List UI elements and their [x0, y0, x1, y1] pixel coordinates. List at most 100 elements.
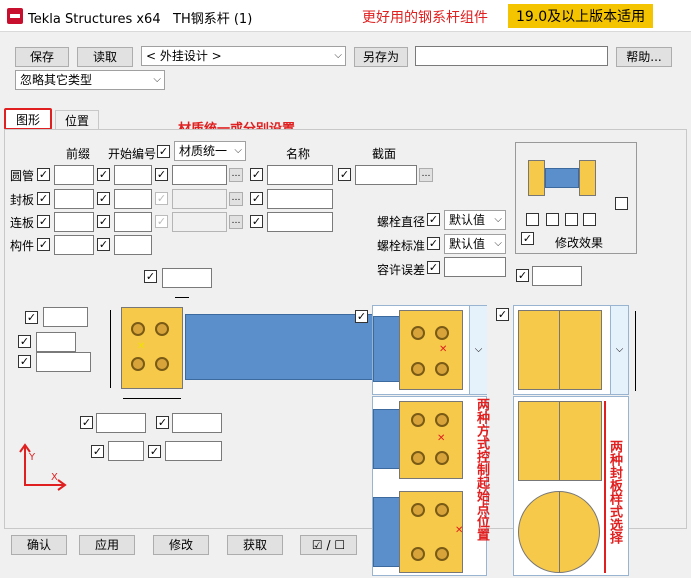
connplate-name-checkbox[interactable]: ✓	[250, 215, 263, 228]
bottom-field-2[interactable]	[172, 413, 222, 433]
pipe-start-field[interactable]	[114, 165, 152, 185]
dimension-line	[123, 398, 181, 399]
start-position-checkbox[interactable]: ✓	[355, 310, 368, 323]
preview-option-5[interactable]	[615, 197, 628, 210]
assembly-checkbox[interactable]: ✓	[37, 238, 50, 251]
ok-button[interactable]: 确认	[11, 535, 67, 555]
endplate-prefix-field[interactable]	[54, 189, 94, 209]
endplate-start-field[interactable]	[114, 189, 152, 209]
bolt-standard-checkbox[interactable]: ✓	[427, 237, 440, 250]
tolerance-checkbox[interactable]: ✓	[427, 261, 440, 274]
left-field-2-checkbox[interactable]: ✓	[18, 335, 31, 348]
endplate-style-option-box[interactable]: ⌵	[513, 305, 629, 395]
preview-option-1[interactable]	[526, 213, 539, 226]
pipe-material-field[interactable]	[172, 165, 227, 185]
pipe-material-checkbox[interactable]: ✓	[155, 168, 168, 181]
pipe-name-field[interactable]	[267, 165, 333, 185]
assembly-start-field[interactable]	[114, 235, 152, 255]
apply-button[interactable]: 应用	[79, 535, 135, 555]
endplate-checkbox[interactable]: ✓	[37, 192, 50, 205]
connplate-checkbox[interactable]: ✓	[37, 215, 50, 228]
tab-graphics[interactable]: 图形	[4, 108, 52, 130]
connplate-prefix-checkbox[interactable]: ✓	[97, 215, 110, 228]
right-top-field[interactable]	[532, 266, 582, 286]
pipe-prefix-field[interactable]	[54, 165, 94, 185]
endplate-prefix-checkbox[interactable]: ✓	[97, 192, 110, 205]
pipe-prefix-checkbox[interactable]: ✓	[97, 168, 110, 181]
left-field-1-checkbox[interactable]: ✓	[25, 311, 38, 324]
help-button[interactable]: 帮助...	[616, 47, 672, 67]
modify-effect-checkbox[interactable]: ✓	[521, 232, 534, 245]
chevron-down-icon[interactable]: ⌵	[469, 306, 487, 394]
top-offset-field[interactable]	[162, 268, 212, 288]
bolt-icon	[435, 326, 449, 340]
save-as-name-field[interactable]	[415, 46, 608, 66]
bottom-field-4[interactable]	[165, 441, 222, 461]
dimension-line	[635, 311, 636, 391]
bolt-standard-select[interactable]: 默认值 ⌵	[444, 234, 506, 254]
connplate-material-browse-button[interactable]: …	[229, 215, 243, 229]
connplate-start-field[interactable]	[114, 212, 152, 232]
connplate-material-field[interactable]	[172, 212, 227, 232]
bolt-diameter-label: 螺栓直径	[377, 215, 426, 229]
title-bar: Tekla Structures x64 TH钢系杆 (1) 更好用的钢系杆组件…	[0, 0, 691, 32]
bolt-diameter-select[interactable]: 默认值 ⌵	[444, 210, 506, 230]
bottom-field-1[interactable]	[96, 413, 146, 433]
pipe-profile-browse-button[interactable]: …	[419, 168, 433, 182]
pipe-name-checkbox[interactable]: ✓	[250, 168, 263, 181]
bottom-field-3[interactable]	[108, 441, 144, 461]
preset-select[interactable]: < 外挂设计 > ⌵	[141, 46, 346, 66]
chevron-down-icon[interactable]: ⌵	[610, 306, 628, 394]
svg-text:Y: Y	[28, 452, 36, 463]
endplate-material-browse-button[interactable]: …	[229, 192, 243, 206]
pipe-profile-field[interactable]	[355, 165, 417, 185]
right-top-checkbox[interactable]: ✓	[516, 269, 529, 282]
col-start-header: 开始编号	[108, 147, 157, 161]
connplate-material-checkbox[interactable]: ✓	[155, 215, 168, 228]
assembly-prefix-field[interactable]	[54, 235, 94, 255]
left-field-3-checkbox[interactable]: ✓	[18, 355, 31, 368]
endplate-style-checkbox[interactable]: ✓	[496, 308, 509, 321]
save-as-button[interactable]: 另存为	[354, 47, 408, 67]
endplate-material-checkbox[interactable]: ✓	[155, 192, 168, 205]
bottom-field-3-checkbox[interactable]: ✓	[91, 445, 104, 458]
top-offset-checkbox[interactable]: ✓	[144, 270, 157, 283]
save-button[interactable]: 保存	[15, 47, 69, 67]
connplate-name-field[interactable]	[267, 212, 333, 232]
material-mode-checkbox[interactable]: ✓	[157, 145, 170, 158]
load-button[interactable]: 读取	[77, 47, 133, 67]
row-label-pipe: 圆管	[10, 169, 35, 183]
left-field-3[interactable]	[36, 352, 91, 372]
chevron-down-icon: ⌵	[234, 145, 242, 156]
chevron-down-icon: ⌵	[494, 214, 502, 225]
left-field-1[interactable]	[43, 307, 88, 327]
filter-select[interactable]: 忽略其它类型 ⌵	[15, 70, 165, 90]
pipe-checkbox[interactable]: ✓	[37, 168, 50, 181]
bottom-field-1-checkbox[interactable]: ✓	[80, 416, 93, 429]
col-profile-header: 截面	[372, 147, 397, 161]
toggle-all-button[interactable]: ☑ / ☐	[300, 535, 357, 555]
bottom-field-2-checkbox[interactable]: ✓	[156, 416, 169, 429]
assembly-prefix-checkbox[interactable]: ✓	[97, 238, 110, 251]
preview-option-4[interactable]	[583, 213, 596, 226]
modify-button[interactable]: 修改	[153, 535, 209, 555]
endplate-material-field[interactable]	[172, 189, 227, 209]
preview-option-2[interactable]	[546, 213, 559, 226]
start-position-annotation: 两种方式控制起始点位置	[474, 398, 489, 541]
left-field-2[interactable]	[36, 332, 76, 352]
start-position-option-box[interactable]: ✕ ⌵	[372, 305, 487, 395]
material-mode-select[interactable]: 材质统一 ⌵	[174, 141, 246, 161]
pipe-profile-checkbox[interactable]: ✓	[338, 168, 351, 181]
start-position-option-list[interactable]: ✕ ✕	[372, 396, 487, 576]
origin-mark-icon: ✕	[137, 341, 146, 352]
preview-option-3[interactable]	[565, 213, 578, 226]
connplate-prefix-field[interactable]	[54, 212, 94, 232]
endplate-name-checkbox[interactable]: ✓	[250, 192, 263, 205]
tolerance-field[interactable]	[444, 257, 506, 277]
bolt-diameter-checkbox[interactable]: ✓	[427, 213, 440, 226]
bottom-field-4-checkbox[interactable]: ✓	[148, 445, 161, 458]
pipe-material-browse-button[interactable]: …	[229, 168, 243, 182]
col-name-header: 名称	[286, 147, 311, 161]
get-button[interactable]: 获取	[227, 535, 283, 555]
endplate-name-field[interactable]	[267, 189, 333, 209]
